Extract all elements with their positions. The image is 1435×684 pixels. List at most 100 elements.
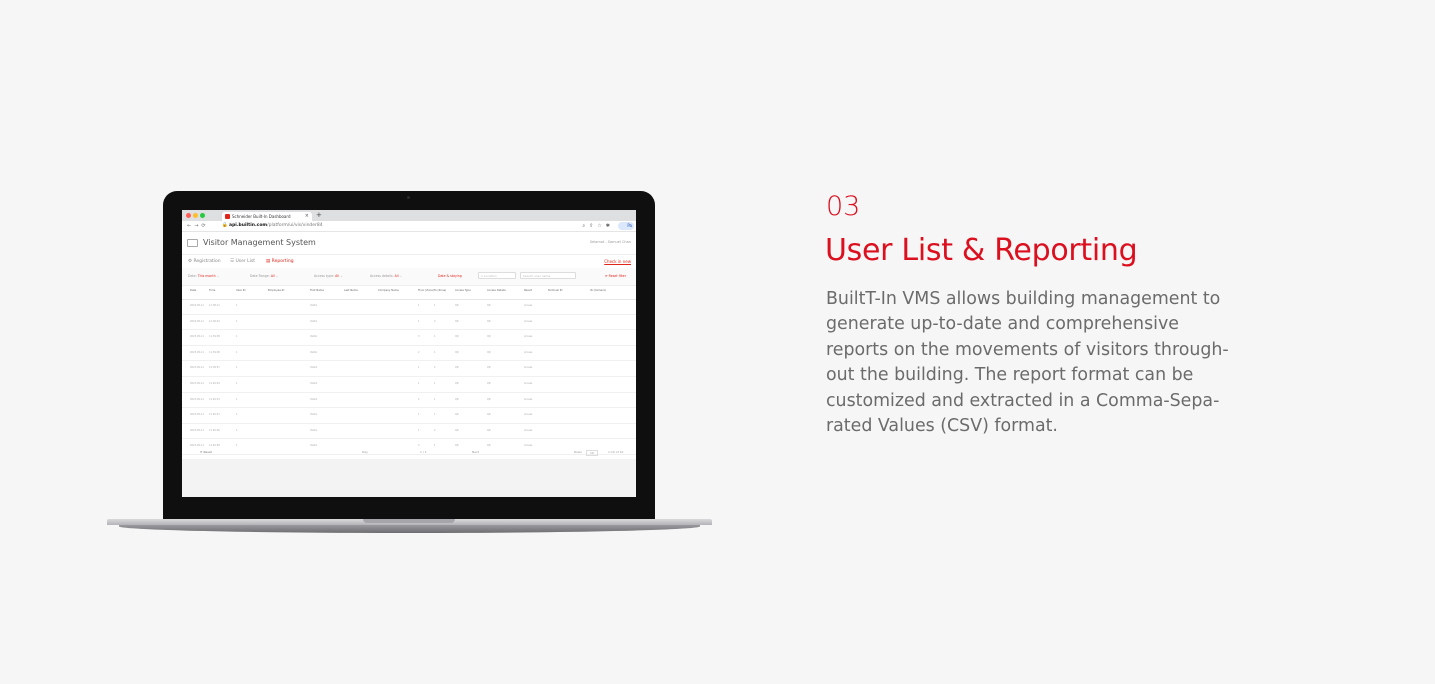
table-cell: Visitor (310, 319, 318, 323)
col-camera-id[interactable]: ID (Camera) (590, 289, 606, 292)
table-cell: 11:39:22 (209, 319, 220, 323)
browser-tab[interactable]: Schneider Built-In Dashboard × (222, 212, 312, 221)
rows-per-page-select[interactable]: 10 (586, 450, 598, 456)
table-cell: Access (524, 397, 533, 401)
filter-access-type[interactable]: Access type: All ⌄ (314, 274, 343, 278)
table-cell: 11:39:57 (209, 366, 220, 370)
filter-access-details[interactable]: Access details: All ⌄ (370, 274, 402, 278)
col-date[interactable]: Date (190, 289, 196, 292)
app-header: Visitor Management System Selamat - Samu… (182, 232, 636, 254)
browser-action-icons[interactable]: ⌕⇪☆✱ (582, 222, 614, 230)
nav-arrows-icon[interactable]: ←→⟳ (187, 222, 209, 230)
minimize-window-icon[interactable] (193, 213, 198, 218)
filter-date[interactable]: Date: This month ⌄ (188, 274, 219, 278)
table-cell: 1 (418, 413, 420, 417)
col-terminal-id[interactable]: Terminal ID (548, 289, 563, 292)
col-last-name[interactable]: Last Name (344, 289, 358, 292)
table-cell: Visitor (310, 304, 318, 307)
table-row[interactable]: 2023-05-11 11:40:04 1 Visitor 1 1 QR QR Access (182, 377, 636, 393)
col-employee-id[interactable]: Employee ID (268, 289, 284, 292)
table-cell: QR (455, 428, 459, 432)
laptop-mockup: Schneider Built-In Dashboard × + ←→⟳ 🔒 a… (163, 191, 655, 523)
app-title: Visitor Management System (203, 238, 316, 247)
description-line: generate up-to-date and comprehensive (826, 314, 1179, 335)
check-in-link[interactable]: Check in new (604, 255, 631, 269)
table-row[interactable]: 2023-05-11 11:40:31 1 Visitor 1 1 QR QR Access (182, 408, 636, 424)
table-cell: 2023-05-11 (190, 428, 204, 432)
table-cell: 1 (434, 381, 436, 385)
reset-button[interactable]: ⟳ Reset (200, 450, 212, 454)
col-access-details[interactable]: Access Details (487, 289, 506, 292)
nav-registration[interactable]: ⚙ Registration (188, 255, 221, 269)
table-cell: Visitor (310, 335, 318, 339)
table-cell: QR (487, 319, 491, 323)
col-user-id[interactable]: User ID (236, 289, 246, 292)
col-time[interactable]: Time (209, 289, 215, 292)
new-tab-icon[interactable]: + (316, 211, 322, 220)
nav-user-list[interactable]: ☰ User List (230, 255, 255, 269)
table-row[interactable]: 2023-05-11 11:39:57 1 Visitor 1 2 QR QR Access (182, 361, 636, 377)
next-page[interactable]: Next (472, 450, 479, 454)
col-to-zone[interactable]: To (Zone) (434, 289, 446, 292)
pagination[interactable]: 1 / 1 (420, 450, 427, 454)
col-first-name[interactable]: First Name (310, 289, 324, 292)
table-cell: QR (455, 366, 459, 370)
table-cell: Access (524, 350, 533, 354)
table-cell: 3 (418, 335, 420, 339)
table-cell: Access (524, 304, 533, 307)
table-cell: 1 (434, 397, 436, 401)
table-cell: 11:38:11 (209, 304, 220, 307)
close-window-icon[interactable] (186, 213, 191, 218)
table-cell: 2023-05-11 (190, 304, 204, 307)
table-cell: Access (524, 335, 533, 339)
table-row[interactable]: 2023-05-11 11:39:22 1 Visitor 1 2 QR QR Access (182, 315, 636, 331)
table-cell: 11:40:04 (209, 381, 220, 385)
profile-chip[interactable]: Pa (618, 222, 634, 230)
table-cell: 1 (434, 335, 436, 339)
table-row[interactable]: 2023-05-11 11:40:46 1 Visitor 1 2 QR QR Access (182, 424, 636, 440)
table-cell: 1 (418, 366, 420, 370)
camera-dot (407, 196, 410, 199)
table-cell: 11:39:38 (209, 335, 220, 339)
table-row[interactable]: 2023-05-11 11:39:38 1 Visitor 3 1 QR QR Access (182, 330, 636, 346)
table-cell: 11:39:48 (209, 350, 220, 354)
table-row[interactable]: 2023-05-11 11:39:48 1 Visitor 2 1 QR QR Access (182, 346, 636, 362)
nav-reporting[interactable]: ▤ Reporting (266, 255, 294, 269)
table-footer: ⟳ Reset Day 1 / 1 Next Rows 10 1-10 of 1… (182, 446, 636, 459)
url-text[interactable]: 🔒 api.builtin.com/platform/ui/vis/vinder… (222, 222, 323, 230)
table-row[interactable]: 2023-05-11 11:38:11 1 Visitor 1 1 QR QR Access (182, 299, 636, 315)
address-bar[interactable]: ←→⟳ 🔒 api.builtin.com/platform/ui/vis/vi… (182, 221, 636, 232)
search-input[interactable]: Search user name (520, 272, 576, 279)
table-cell: Access (524, 366, 533, 370)
location-select[interactable]: 1 Location (478, 272, 516, 279)
table-cell: Access (524, 428, 533, 432)
page-blank-area (182, 459, 636, 497)
col-company[interactable]: Company Name (378, 289, 399, 292)
col-access-type[interactable]: Access Type (455, 289, 471, 292)
filter-date-range[interactable]: Date Range: All ⌄ (250, 274, 278, 278)
user-name[interactable]: Selamat - Samuel Chan (590, 240, 631, 244)
table-cell: Visitor (310, 413, 318, 417)
table-row[interactable]: 2023-05-11 11:40:23 1 Visitor 2 1 QR QR Access (182, 393, 636, 409)
table-cell: Access (524, 381, 533, 385)
tab-close-icon[interactable]: × (305, 212, 309, 221)
table-cell: 1 (236, 366, 238, 370)
table-cell: 1 (236, 319, 238, 323)
table-cell: QR (455, 319, 459, 323)
table-cell: 1 (434, 350, 436, 354)
table-cell: 1 (418, 304, 420, 307)
table-cell: 1 (236, 350, 238, 354)
col-floor[interactable]: Floor (Zone) (418, 289, 434, 292)
col-result[interactable]: Result (524, 289, 532, 292)
table-cell: Visitor (310, 428, 318, 432)
reset-filter-button[interactable]: ⟳ Reset filter (605, 274, 626, 278)
description-line: out the building. The report format can … (826, 365, 1194, 386)
maximize-window-icon[interactable] (200, 213, 205, 218)
table-cell: 1 (418, 319, 420, 323)
browser-tab-bar: Schneider Built-In Dashboard × + (182, 210, 636, 221)
laptop-screen: Schneider Built-In Dashboard × + ←→⟳ 🔒 a… (182, 210, 636, 497)
table-cell: QR (487, 304, 491, 307)
table-cell: QR (455, 381, 459, 385)
filter-staying[interactable]: Date & staying (438, 274, 462, 278)
table-cell: 1 (236, 397, 238, 401)
